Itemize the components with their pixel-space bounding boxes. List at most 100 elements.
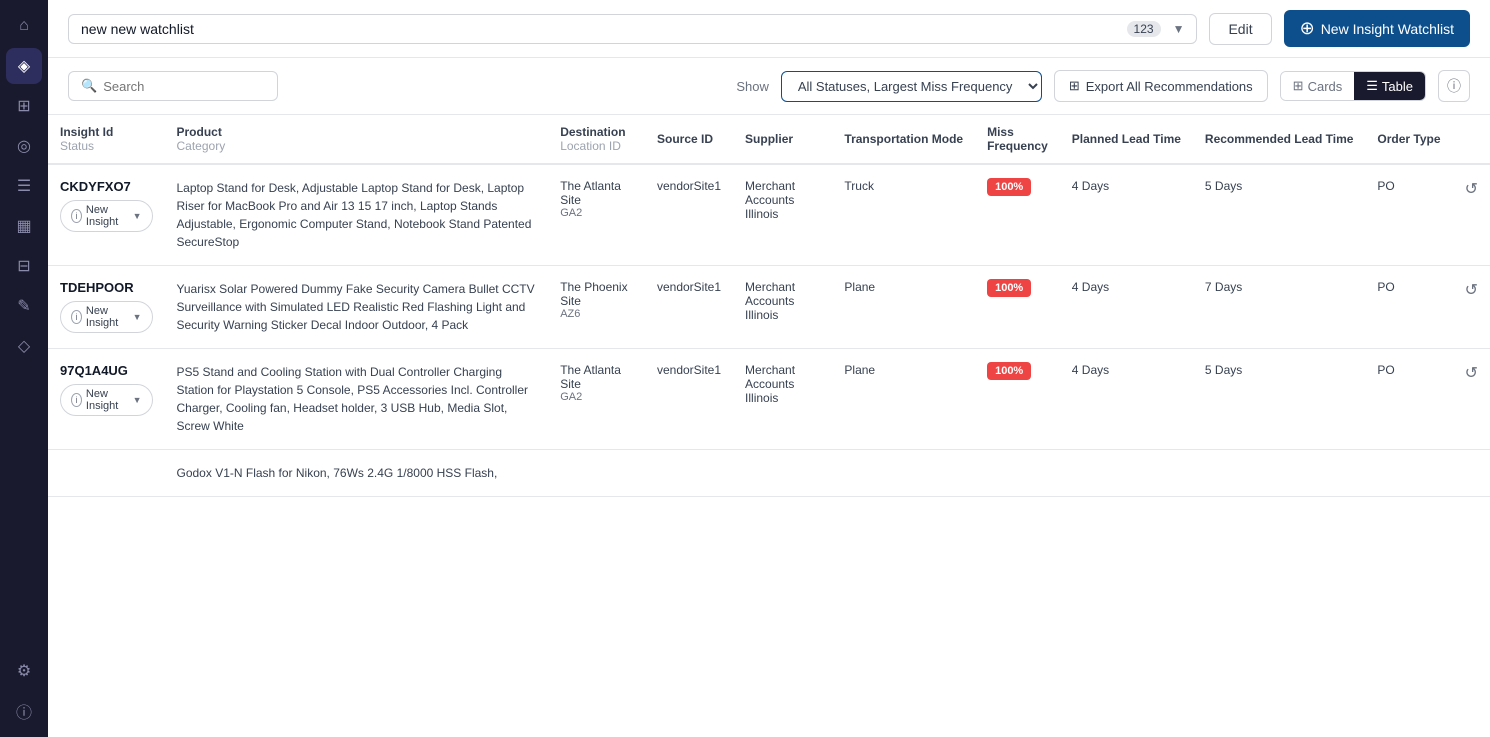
cell-insight-id-2: TDEHPOOR i New Insight ▼	[48, 266, 165, 349]
destination-name: The Phoenix Site	[560, 280, 633, 308]
product-text: Laptop Stand for Desk, Adjustable Laptop…	[177, 181, 532, 249]
cards-view-button[interactable]: ⊞ Cards	[1281, 72, 1355, 100]
table-view-button[interactable]: ☰ Table	[1354, 72, 1425, 100]
cell-transport-2: Plane	[832, 266, 975, 349]
show-label: Show	[736, 79, 769, 94]
watchlist-selector[interactable]: new new watchlist 123 ▼	[68, 14, 1197, 44]
col-product-label: Product	[177, 125, 222, 139]
location-icon[interactable]: ◎	[6, 128, 42, 164]
status-chevron-icon: ▼	[133, 211, 142, 221]
col-category-sub: Category	[177, 139, 537, 153]
sidebar: ⌂ ◈ ⊞ ◎ ☰ ▦ ⊟ ✎ ◇ ⚙ ⓘ	[0, 0, 48, 737]
toolbar: 🔍 Show All Statuses, Largest Miss Freque…	[48, 58, 1490, 115]
export-button[interactable]: ⊞ Export All Recommendations	[1054, 70, 1268, 102]
status-label: New Insight	[86, 204, 129, 228]
settings-icon[interactable]: ⚙	[6, 653, 42, 689]
cell-supplier-2: Merchant Accounts Illinois	[733, 266, 832, 349]
insight-id-value: CKDYFXO7	[60, 179, 153, 194]
destination-name: The Atlanta Site	[560, 363, 633, 391]
table-row: CKDYFXO7 i New Insight ▼ Laptop Stand fo…	[48, 164, 1490, 266]
cell-miss-4	[975, 450, 1060, 497]
cell-destination-4	[548, 450, 645, 497]
cell-product-2: Yuarisx Solar Powered Dummy Fake Securit…	[165, 266, 549, 349]
col-planned-lead: Planned Lead Time	[1060, 115, 1193, 164]
status-info-icon: i	[71, 310, 82, 324]
layers-icon[interactable]: ◇	[6, 328, 42, 364]
cards-icon: ⊞	[1293, 78, 1304, 94]
export-label: Export All Recommendations	[1086, 79, 1253, 94]
cell-planned-2: 4 Days	[1060, 266, 1193, 349]
cell-action-2: ↺	[1453, 266, 1490, 349]
table-icon: ☰	[1366, 78, 1378, 94]
export-icon: ⊞	[1069, 78, 1080, 94]
table-row: Godox V1-N Flash for Nikon, 76Ws 2.4G 1/…	[48, 450, 1490, 497]
product-text: PS5 Stand and Cooling Station with Dual …	[177, 365, 529, 433]
cell-supplier-3: Merchant Accounts Illinois	[733, 349, 832, 450]
cell-miss-1: 100%	[975, 164, 1060, 266]
cell-order-2: PO	[1365, 266, 1452, 349]
cell-action-1: ↺	[1453, 164, 1490, 266]
chart-icon[interactable]: ⊞	[6, 88, 42, 124]
cell-destination-1: The Atlanta Site GA2	[548, 164, 645, 266]
destination-name: The Atlanta Site	[560, 179, 633, 207]
status-badge-2[interactable]: i New Insight ▼	[60, 301, 153, 333]
new-insight-watchlist-button[interactable]: ⊕ New Insight Watchlist	[1284, 10, 1470, 47]
list-icon[interactable]: ☰	[6, 168, 42, 204]
cell-planned-4	[1060, 450, 1193, 497]
info-button[interactable]: ⓘ	[1438, 70, 1470, 102]
edit2-icon[interactable]: ✎	[6, 288, 42, 324]
cell-insight-id-3: 97Q1A4UG i New Insight ▼	[48, 349, 165, 450]
col-location-sub: Location ID	[560, 139, 633, 153]
cell-transport-1: Truck	[832, 164, 975, 266]
cell-recommended-3: 5 Days	[1193, 349, 1366, 450]
cell-order-3: PO	[1365, 349, 1452, 450]
col-order-type: Order Type	[1365, 115, 1452, 164]
cell-recommended-1: 5 Days	[1193, 164, 1366, 266]
miss-badge: 100%	[987, 178, 1031, 196]
cards-label: Cards	[1308, 79, 1343, 94]
status-label: New Insight	[86, 388, 129, 412]
search-input[interactable]	[103, 79, 265, 94]
cell-transport-3: Plane	[832, 349, 975, 450]
bar-chart-icon[interactable]: ▦	[6, 208, 42, 244]
col-product: Product Category	[165, 115, 549, 164]
cell-product-1: Laptop Stand for Desk, Adjustable Laptop…	[165, 164, 549, 266]
home-icon[interactable]: ⌂	[6, 8, 42, 44]
cell-recommended-4	[1193, 450, 1366, 497]
topbar: new new watchlist 123 ▼ Edit ⊕ New Insig…	[48, 0, 1490, 58]
insight-id-value: 97Q1A4UG	[60, 363, 153, 378]
refresh-icon[interactable]: ↺	[1465, 280, 1478, 300]
table2-icon[interactable]: ⊟	[6, 248, 42, 284]
status-chevron-icon: ▼	[133, 395, 142, 405]
search-box[interactable]: 🔍	[68, 71, 278, 101]
table-row: 97Q1A4UG i New Insight ▼ PS5 Stand and C…	[48, 349, 1490, 450]
location-id: GA2	[560, 391, 633, 403]
cell-source-1: vendorSite1	[645, 164, 733, 266]
col-destination: Destination Location ID	[548, 115, 645, 164]
watchlist-name: new new watchlist	[81, 21, 1119, 37]
product-text: Godox V1-N Flash for Nikon, 76Ws 2.4G 1/…	[177, 466, 498, 480]
insights-table: Insight Id Status Product Category Desti…	[48, 115, 1490, 497]
insights-icon[interactable]: ◈	[6, 48, 42, 84]
cell-supplier-1: Merchant Accounts Illinois	[733, 164, 832, 266]
col-action	[1453, 115, 1490, 164]
help-icon[interactable]: ⓘ	[6, 693, 42, 729]
view-toggle: ⊞ Cards ☰ Table	[1280, 71, 1426, 101]
col-status-sub: Status	[60, 139, 153, 153]
status-badge-3[interactable]: i New Insight ▼	[60, 384, 153, 416]
cell-supplier-4	[733, 450, 832, 497]
status-info-icon: i	[71, 393, 82, 407]
col-insight-id: Insight Id Status	[48, 115, 165, 164]
cell-miss-2: 100%	[975, 266, 1060, 349]
cell-action-4	[1453, 450, 1490, 497]
table-row: TDEHPOOR i New Insight ▼ Yuarisx Solar P…	[48, 266, 1490, 349]
col-transportation: Transportation Mode	[832, 115, 975, 164]
edit-button[interactable]: Edit	[1209, 13, 1271, 45]
filter-dropdown[interactable]: All Statuses, Largest Miss Frequency	[781, 71, 1042, 102]
col-supplier: Supplier	[733, 115, 832, 164]
cell-order-4	[1365, 450, 1452, 497]
refresh-icon[interactable]: ↺	[1465, 179, 1478, 199]
refresh-icon[interactable]: ↺	[1465, 363, 1478, 383]
cell-insight-id-4	[48, 450, 165, 497]
status-badge-1[interactable]: i New Insight ▼	[60, 200, 153, 232]
